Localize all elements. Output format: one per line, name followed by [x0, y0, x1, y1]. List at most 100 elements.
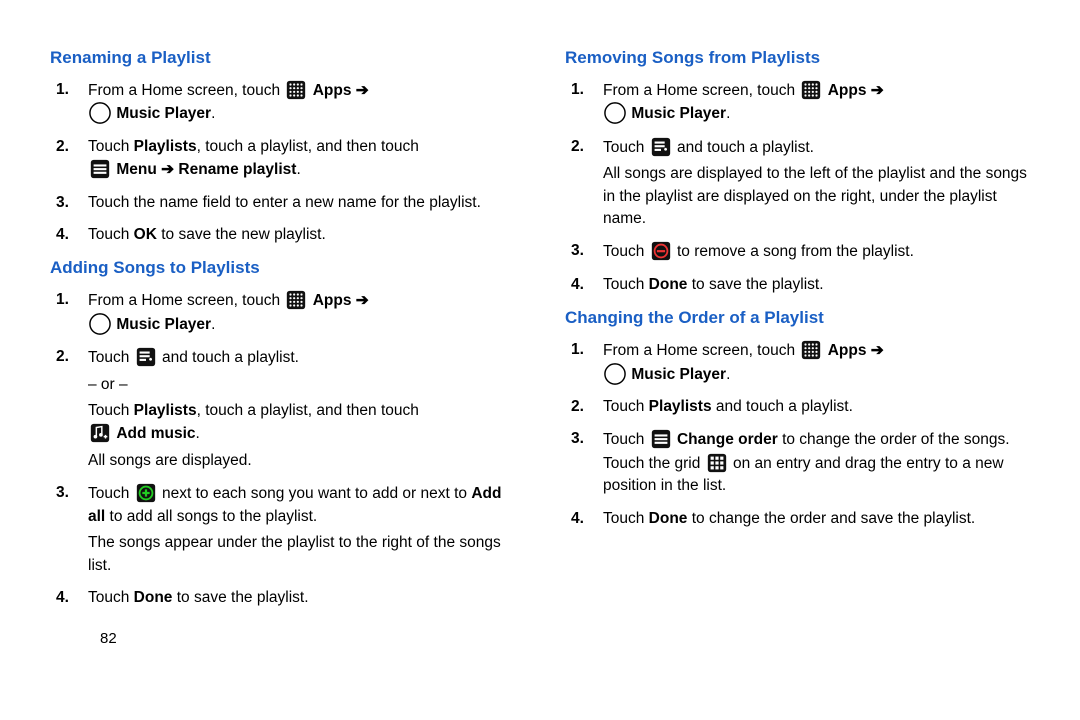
text: to save the playlist. [687, 276, 823, 293]
list-item: From a Home screen, touch Apps ➔ Music P… [603, 79, 1030, 126]
list-item: Touch Playlists, touch a playlist, and t… [88, 136, 515, 182]
text: Touch [603, 431, 649, 448]
text: All songs are displayed. [88, 450, 515, 472]
text: and touch a playlist. [162, 349, 299, 366]
left-column: Renaming a Playlist From a Home screen, … [50, 40, 515, 649]
list-item: Touch Done to save the playlist. [88, 587, 515, 609]
apps-icon [800, 339, 822, 361]
text: The songs appear under the playlist to t… [88, 532, 515, 577]
plus-icon [135, 482, 157, 504]
rename-steps: From a Home screen, touch Apps ➔ Music P… [50, 79, 515, 247]
right-column: Removing Songs from Playlists From a Hom… [565, 40, 1030, 649]
music-player-icon [604, 102, 626, 124]
text: and touch a playlist. [712, 398, 853, 415]
menu-icon [650, 428, 672, 450]
page-content: Renaming a Playlist From a Home screen, … [50, 40, 1030, 649]
list-item: Touch to remove a song from the playlist… [603, 240, 1030, 263]
changing-steps: From a Home screen, touch Apps ➔ Music P… [565, 339, 1030, 530]
text: Touch [88, 349, 134, 366]
text: Touch [88, 589, 134, 606]
music-player-icon [89, 102, 111, 124]
list-item: From a Home screen, touch Apps ➔ Music P… [88, 289, 515, 336]
label-done: Done [649, 510, 688, 527]
text: , touch a playlist, and then touch [197, 402, 419, 419]
text: Touch [603, 398, 649, 415]
label-ok: OK [134, 226, 157, 243]
text: All songs are displayed to the left of t… [603, 163, 1030, 230]
text: to save the new playlist. [157, 226, 326, 243]
text: Touch [88, 485, 134, 502]
text: to save the playlist. [172, 589, 308, 606]
label-menu: Menu [116, 161, 156, 178]
heading-removing: Removing Songs from Playlists [565, 46, 1030, 71]
label-playlists: Playlists [134, 138, 197, 155]
list-item: Touch next to each song you want to add … [88, 482, 515, 577]
minus-icon [650, 240, 672, 262]
label-music-player: Music Player [116, 316, 211, 333]
label-apps: Apps [828, 82, 867, 99]
list-item: Touch and touch a playlist. – or – Touch… [88, 346, 515, 472]
list-item: From a Home screen, touch Apps ➔ Music P… [603, 339, 1030, 386]
heading-changing: Changing the Order of a Playlist [565, 306, 1030, 331]
text: From a Home screen, touch [603, 82, 799, 99]
arrow-icon: ➔ [356, 292, 369, 309]
text: to remove a song from the playlist. [677, 243, 914, 260]
text: Touch [603, 139, 649, 156]
arrow-icon: ➔ [161, 161, 174, 178]
label-playlists: Playlists [134, 402, 197, 419]
list-item: Touch Done to change the order and save … [603, 508, 1030, 530]
text: Touch [88, 226, 134, 243]
text: to change the order and save the playlis… [687, 510, 975, 527]
text: Touch [603, 276, 649, 293]
text: Touch [603, 510, 649, 527]
grid-icon [706, 452, 728, 474]
label-apps: Apps [313, 292, 352, 309]
apps-icon [285, 289, 307, 311]
text: From a Home screen, touch [88, 82, 284, 99]
heading-rename: Renaming a Playlist [50, 46, 515, 71]
label-music-player: Music Player [631, 366, 726, 383]
list-item: Touch Change order to change the order o… [603, 428, 1030, 497]
text: to add all songs to the playlist. [105, 508, 317, 525]
adding-steps: From a Home screen, touch Apps ➔ Music P… [50, 289, 515, 610]
removing-steps: From a Home screen, touch Apps ➔ Music P… [565, 79, 1030, 297]
label-apps: Apps [828, 342, 867, 359]
label-rename-playlist: Rename playlist [178, 161, 296, 178]
playlist-add-icon [650, 136, 672, 158]
text: Touch the name field to enter a new name… [88, 194, 481, 211]
apps-icon [285, 79, 307, 101]
arrow-icon: ➔ [871, 82, 884, 99]
page-number: 82 [50, 628, 515, 650]
apps-icon [800, 79, 822, 101]
text: Touch [88, 138, 134, 155]
list-item: Touch the name field to enter a new name… [88, 192, 515, 214]
arrow-icon: ➔ [356, 82, 369, 99]
list-item: Touch OK to save the new playlist. [88, 224, 515, 246]
label-music-player: Music Player [631, 105, 726, 122]
heading-adding: Adding Songs to Playlists [50, 256, 515, 281]
music-player-icon [604, 363, 626, 385]
label-add-music: Add music [116, 425, 195, 442]
label-change-order: Change order [677, 431, 778, 448]
text: Touch [603, 243, 649, 260]
text: next to each song you want to add or nex… [162, 485, 471, 502]
label-apps: Apps [313, 82, 352, 99]
menu-icon [89, 158, 111, 180]
label-done: Done [649, 276, 688, 293]
label-playlists: Playlists [649, 398, 712, 415]
playlist-add-icon [135, 346, 157, 368]
list-item: From a Home screen, touch Apps ➔ Music P… [88, 79, 515, 126]
list-item: Touch and touch a playlist. All songs ar… [603, 136, 1030, 231]
add-music-icon [89, 422, 111, 444]
text: Touch [88, 402, 134, 419]
label-done: Done [134, 589, 173, 606]
or-divider: – or – [88, 374, 515, 396]
arrow-icon: ➔ [871, 342, 884, 359]
text: From a Home screen, touch [88, 292, 284, 309]
label-music-player: Music Player [116, 105, 211, 122]
list-item: Touch Playlists and touch a playlist. [603, 396, 1030, 418]
music-player-icon [89, 313, 111, 335]
text: From a Home screen, touch [603, 342, 799, 359]
text: and touch a playlist. [677, 139, 814, 156]
text: , touch a playlist, and then touch [197, 138, 419, 155]
